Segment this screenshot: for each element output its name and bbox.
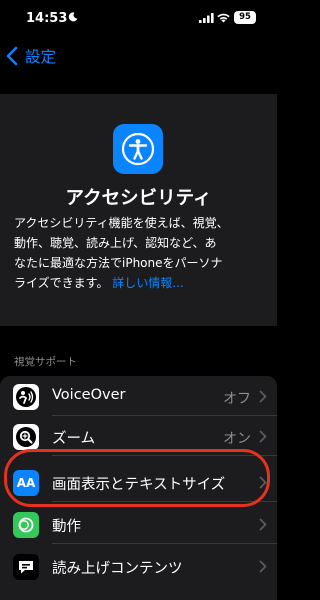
header-description: アクセシビリティ機能を使えば、視覚、 動作、聴覚、読み上げ、認知など、あ なたに… [14, 213, 266, 293]
zoom-icon [13, 424, 39, 450]
row-label: ズーム [52, 431, 96, 447]
vision-settings-group: VoiceOver オフ ズーム オン AA 画面表示とテキストサイズ 動作 読… [0, 376, 277, 600]
chevron-right-icon [259, 476, 267, 489]
header-desc-line-last: ライズできます。 詳しい情報... [14, 273, 266, 293]
wifi-icon [217, 13, 230, 23]
row-value: オフ [223, 391, 251, 407]
motion-icon [13, 512, 39, 538]
learn-more-link[interactable]: 詳しい情報... [112, 276, 183, 290]
signal-icon [199, 13, 214, 23]
chevron-right-icon [259, 390, 267, 403]
header-desc-text: ライズできます。 [14, 276, 109, 290]
chevron-left-icon [6, 46, 18, 66]
back-button[interactable]: 設定 [6, 44, 56, 68]
page-title: アクセシビリティ [65, 188, 212, 209]
accessibility-person-icon [121, 132, 155, 166]
row-spoken-content[interactable]: 読み上げコンテンツ [0, 546, 277, 586]
moon-icon [68, 12, 78, 22]
spoken-content-icon [13, 554, 39, 580]
battery-indicator: 95 [234, 11, 256, 24]
row-voiceover[interactable]: VoiceOver オフ [0, 376, 277, 416]
accessibility-header-card: アクセシビリティ アクセシビリティ機能を使えば、視覚、 動作、聴覚、読み上げ、認… [0, 94, 277, 326]
row-display-and-text-size[interactable]: AA 画面表示とテキストサイズ [0, 462, 277, 502]
row-separator [52, 501, 277, 502]
row-label: VoiceOver [52, 387, 126, 403]
row-label: 動作 [52, 519, 81, 535]
header-desc-line: なたに最適な方法でiPhoneをパーソナ [14, 256, 223, 270]
voiceover-icon [13, 384, 39, 410]
header-desc-line: 動作、聴覚、読み上げ、認知など、あ [14, 236, 217, 250]
section-header-vision: 視覚サポート [14, 356, 77, 368]
row-value: オン [223, 431, 251, 447]
text-size-icon: AA [13, 470, 39, 496]
row-motion[interactable]: 動作 [0, 504, 277, 544]
row-label: 読み上げコンテンツ [52, 561, 183, 577]
row-separator [52, 543, 277, 544]
row-label: 画面表示とテキストサイズ [52, 477, 226, 493]
row-separator [52, 455, 277, 456]
chevron-right-icon [259, 518, 267, 531]
chevron-right-icon [259, 430, 267, 443]
status-bar: 14:53 95 [0, 0, 277, 40]
accessibility-icon [113, 124, 163, 174]
header-desc-line: アクセシビリティ機能を使えば、視覚、 [14, 216, 229, 230]
status-time: 14:53 [26, 11, 68, 26]
back-label: 設定 [25, 48, 57, 66]
chevron-right-icon [259, 560, 267, 573]
row-zoom[interactable]: ズーム オン [0, 416, 277, 456]
